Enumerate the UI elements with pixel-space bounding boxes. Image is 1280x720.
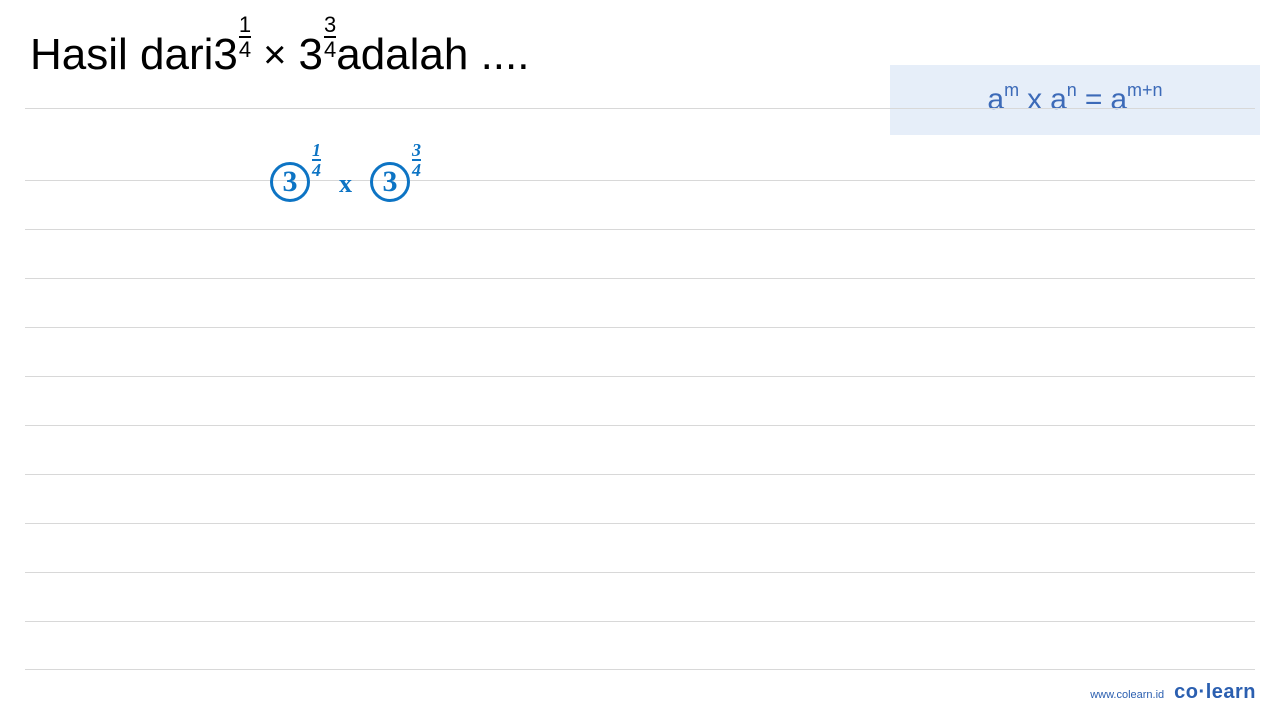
h-base-2: 3	[370, 162, 410, 202]
mult-sign: ×	[263, 33, 286, 78]
h-exp-1: 1 4	[312, 141, 321, 179]
base-1: 3	[213, 30, 237, 80]
expr-1: 3 1 4	[213, 30, 251, 80]
exp-2: 3 4	[324, 14, 336, 61]
footer: www.colearn.id co·learn	[1090, 681, 1256, 704]
h-base-1: 3	[270, 162, 310, 202]
handwriting: 3 1 4 x 3 3 4	[270, 150, 421, 190]
h-exp-2: 3 4	[412, 141, 421, 179]
exp-1: 1 4	[239, 14, 251, 61]
q-prefix: Hasil dari	[30, 30, 213, 80]
question-text: Hasil dari 3 1 4 × 3 3 4 adalah ....	[30, 30, 529, 80]
brand-logo: co·learn	[1174, 681, 1256, 704]
h-mult: x	[339, 169, 352, 199]
ruled-paper	[25, 108, 1255, 670]
footer-url: www.colearn.id	[1090, 689, 1164, 701]
expr-2: 3 3 4	[298, 30, 336, 80]
base-2: 3	[298, 30, 322, 80]
q-suffix: adalah ....	[336, 30, 529, 80]
